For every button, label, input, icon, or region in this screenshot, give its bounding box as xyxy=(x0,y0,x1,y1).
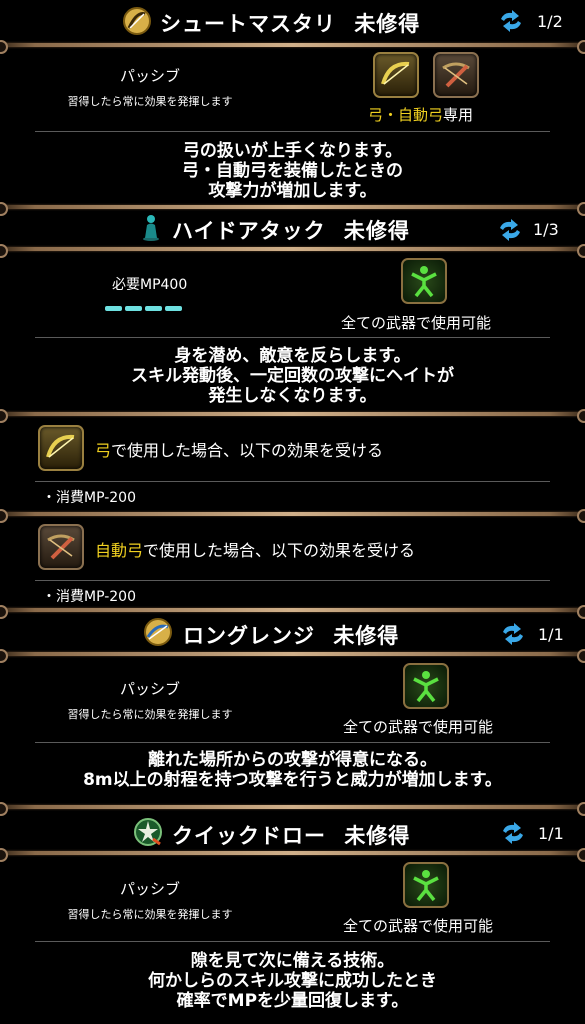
separator xyxy=(35,941,550,942)
crossbow-icon xyxy=(433,52,479,98)
cycle-icon[interactable] xyxy=(500,623,526,645)
mp-bar-segment xyxy=(105,306,122,311)
long-range-icon xyxy=(144,618,172,646)
skill-level: 1/1 xyxy=(538,625,564,644)
skill-status: 未修得 xyxy=(333,624,400,648)
skill-status: 未修得 xyxy=(344,824,411,848)
separator xyxy=(35,131,550,132)
section-divider xyxy=(0,409,585,423)
all-weapons-icon xyxy=(403,862,449,908)
weapon-restriction-suffix: 専用 xyxy=(443,106,474,124)
section-divider xyxy=(0,509,585,523)
passive-description: 習得したら常に効果を発揮します xyxy=(67,708,233,721)
section-divider xyxy=(0,202,585,216)
description-line: 攻撃力が増加します。 xyxy=(208,181,377,201)
mp-bar-segment xyxy=(165,306,182,311)
skill-level: 1/2 xyxy=(537,12,563,31)
mp-bar-segment xyxy=(145,306,162,311)
quick-draw-icon xyxy=(134,818,162,846)
skill-level: 1/1 xyxy=(538,824,564,843)
bow-weapon-name: 弓 xyxy=(95,441,112,460)
skill-status: 未修得 xyxy=(343,219,410,243)
usable-weapons: 全ての武器で使用可能 xyxy=(343,917,494,935)
description-line: 隙を見て次に備える技術。 xyxy=(190,951,395,971)
description-line: 弓・自動弓を装備したときの xyxy=(182,161,403,181)
separator xyxy=(35,481,550,482)
description-line: 弓の扱いが上手くなります。 xyxy=(182,141,403,161)
section-divider xyxy=(0,40,585,54)
skill-description: 身を潜め、敵意を反らします。 スキル発動後、一定回数の攻撃にヘイトが 発生しなく… xyxy=(0,346,585,406)
skill-description: 隙を見て次に備える技術。 何かしらのスキル攻撃に成功したとき 確率でMPを少量回… xyxy=(0,951,585,1011)
separator xyxy=(35,742,550,743)
description-line: 発生しなくなります。 xyxy=(208,386,377,406)
mp-bar-segment xyxy=(125,306,142,311)
description-line: 身を潜め、敵意を反らします。 xyxy=(174,346,411,366)
description-line: 離れた場所からの攻撃が得意になる。 xyxy=(148,750,437,770)
usable-weapons: 全ての武器で使用可能 xyxy=(343,718,494,736)
description-line: スキル発動後、一定回数の攻撃にヘイトが xyxy=(131,366,454,386)
hide-attack-icon xyxy=(143,215,159,241)
skill-status: 未修得 xyxy=(354,12,421,36)
skill-name: クイックドロー xyxy=(172,824,326,848)
separator xyxy=(35,580,550,581)
weapon-restriction-names: 弓・自動弓 xyxy=(368,106,444,124)
passive-description: 習得したら常に効果を発揮します xyxy=(67,95,233,108)
skill-level: 1/3 xyxy=(533,220,559,239)
cycle-icon[interactable] xyxy=(498,10,524,32)
passive-description: 習得したら常に効果を発揮します xyxy=(67,908,233,921)
bow-effect: ・消費MP-200 xyxy=(42,490,136,506)
section-divider xyxy=(0,605,585,619)
crossbow-weapon-name: 自動弓 xyxy=(95,541,144,560)
mp-bar xyxy=(105,296,185,315)
all-weapons-icon xyxy=(403,663,449,709)
crossbow-note-text: で使用した場合、以下の効果を受ける xyxy=(143,541,416,560)
skill-description: 弓の扱いが上手くなります。 弓・自動弓を装備したときの 攻撃力が増加します。 xyxy=(0,141,585,201)
cycle-icon[interactable] xyxy=(497,219,523,241)
skill-description: 離れた場所からの攻撃が得意になる。 8m以上の射程を持つ攻撃を行うと威力が増加し… xyxy=(0,750,585,790)
usable-weapons: 全ての武器で使用可能 xyxy=(341,314,492,332)
cycle-icon[interactable] xyxy=(500,822,526,844)
passive-label: パッシブ xyxy=(119,67,180,85)
mp-required: 必要MP400 xyxy=(112,277,188,293)
bow-skill-icon xyxy=(123,7,151,35)
section-divider xyxy=(0,244,585,258)
skill-name: ハイドアタック xyxy=(172,219,326,243)
description-line: 何かしらのスキル攻撃に成功したとき xyxy=(148,971,437,991)
skill-name: シュートマスタリ xyxy=(160,12,336,36)
bow-note-text: で使用した場合、以下の効果を受ける xyxy=(111,441,384,460)
all-weapons-icon xyxy=(401,258,447,304)
section-divider xyxy=(0,848,585,862)
section-divider xyxy=(0,649,585,663)
crossbow-effect: ・消費MP-200 xyxy=(42,589,136,605)
section-divider xyxy=(0,802,585,816)
description-line: 確率でMPを少量回復します。 xyxy=(176,991,409,1011)
passive-label: パッシブ xyxy=(119,680,180,698)
passive-label: パッシブ xyxy=(119,880,180,898)
bow-icon xyxy=(38,425,84,471)
skill-name: ロングレンジ xyxy=(183,624,315,648)
description-line: 8m以上の射程を持つ攻撃を行うと威力が増加します。 xyxy=(83,770,502,790)
separator xyxy=(35,337,550,338)
crossbow-icon xyxy=(38,524,84,570)
bow-icon xyxy=(373,52,419,98)
